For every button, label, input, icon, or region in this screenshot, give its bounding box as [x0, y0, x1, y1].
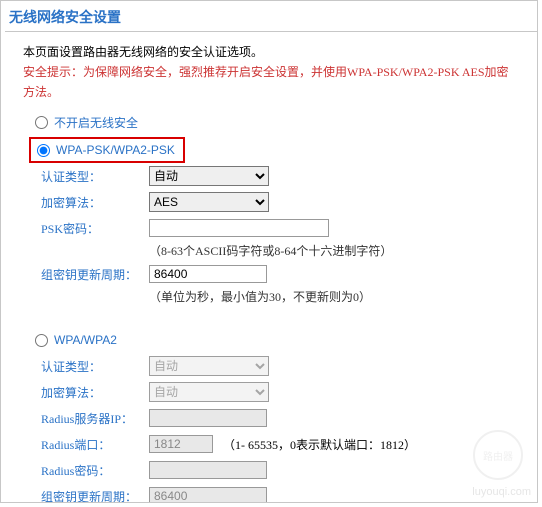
option-no-security[interactable]: 不开启无线安全: [5, 108, 138, 137]
radio-no-security[interactable]: [35, 116, 48, 129]
radius-pwd-input[interactable]: [149, 461, 267, 479]
psk-rekey-label: 组密钥更新周期：: [41, 266, 149, 283]
wpa-auth-label: 认证类型：: [41, 358, 149, 375]
psk-password-hint: （8-63个ASCII码字符或8-64个十六进制字符）: [5, 241, 537, 261]
wpa-rekey-label: 组密钥更新周期：: [41, 488, 149, 504]
settings-panel: 无线网络安全设置 本页面设置路由器无线网络的安全认证选项。 安全提示：为保障网络…: [0, 0, 538, 503]
wpa-auth-select[interactable]: 自动: [149, 356, 269, 376]
wpa-auth-row: 认证类型： 自动: [5, 353, 537, 379]
psk-auth-select[interactable]: 自动: [149, 166, 269, 186]
psk-algo-label: 加密算法：: [41, 194, 149, 211]
psk-rekey-hint: （单位为秒，最小值为30，不更新则为0）: [5, 287, 537, 307]
radio-wpa-psk[interactable]: [37, 144, 50, 157]
radio-wpa-label: WPA/WPA2: [54, 333, 117, 347]
radius-port-input[interactable]: [149, 435, 213, 453]
psk-rekey-input[interactable]: [149, 265, 267, 283]
option-wpa-psk-highlighted[interactable]: WPA-PSK/WPA2-PSK: [29, 137, 185, 163]
radius-ip-row: Radius服务器IP：: [5, 405, 537, 431]
wpa-rekey-input[interactable]: [149, 487, 267, 503]
radius-ip-label: Radius服务器IP：: [41, 410, 149, 427]
radius-port-row: Radius端口： （1- 65535，0表示默认端口：1812）: [5, 431, 537, 457]
wpa-rekey-row: 组密钥更新周期：: [5, 483, 537, 503]
wpa-algo-label: 加密算法：: [41, 384, 149, 401]
radius-ip-input[interactable]: [149, 409, 267, 427]
option-wpa[interactable]: WPA/WPA2: [5, 327, 117, 353]
radius-pwd-label: Radius密码：: [41, 462, 149, 479]
radius-pwd-row: Radius密码：: [5, 457, 537, 483]
psk-algo-row: 加密算法： AES: [5, 189, 537, 215]
psk-password-input[interactable]: [149, 219, 329, 237]
intro-line-1: 本页面设置路由器无线网络的安全认证选项。: [23, 42, 519, 62]
radius-port-label: Radius端口：: [41, 436, 149, 453]
psk-auth-label: 认证类型：: [41, 168, 149, 185]
radio-wpa-psk-label: WPA-PSK/WPA2-PSK: [56, 143, 175, 157]
radio-wpa[interactable]: [35, 334, 48, 347]
radio-no-security-label: 不开启无线安全: [54, 114, 138, 131]
psk-auth-row: 认证类型： 自动: [5, 163, 537, 189]
watermark-text: luyouqi.com: [472, 486, 531, 498]
psk-algo-select[interactable]: AES: [149, 192, 269, 212]
intro-block: 本页面设置路由器无线网络的安全认证选项。 安全提示：为保障网络安全，强烈推荐开启…: [5, 32, 537, 108]
psk-password-label: PSK密码：: [41, 220, 149, 237]
watermark-icon: 路由器: [473, 430, 523, 480]
psk-password-row: PSK密码：: [5, 215, 537, 241]
wpa-algo-select[interactable]: 自动: [149, 382, 269, 402]
psk-rekey-row: 组密钥更新周期：: [5, 261, 537, 287]
wpa-algo-row: 加密算法： 自动: [5, 379, 537, 405]
security-warning: 安全提示：为保障网络安全，强烈推荐开启安全设置，并使用WPA-PSK/WPA2-…: [23, 62, 519, 102]
page-title: 无线网络安全设置: [5, 1, 537, 32]
radius-port-hint: （1- 65535，0表示默认端口：1812）: [223, 436, 416, 453]
